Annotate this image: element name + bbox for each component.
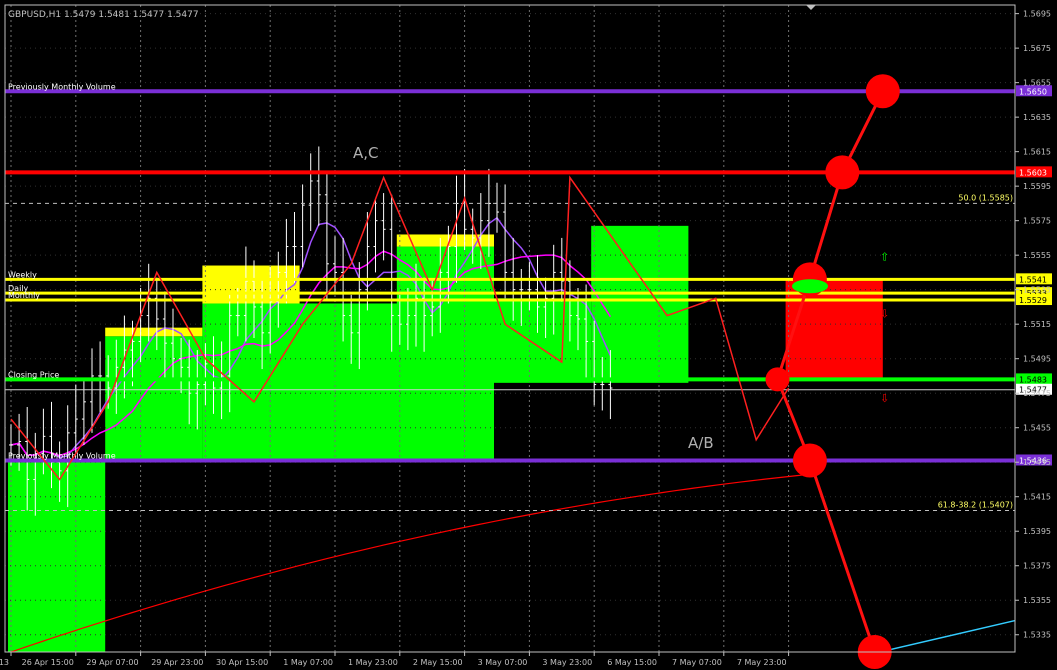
cyan-trend-line — [879, 619, 1016, 653]
x-tick-label: 26 Apr 15:00 — [22, 658, 74, 667]
projection-circle — [765, 367, 790, 392]
x-tick-label: 7 May 07:00 — [672, 658, 722, 667]
zone-green — [105, 336, 203, 461]
x-tick-label: 30 Apr 15:00 — [216, 658, 268, 667]
y-tick-label: 1.5415 — [1023, 493, 1051, 502]
chart-canvas[interactable]: Previously Monthly Volume 1.5650 1.5603 Wee… — [0, 0, 1057, 670]
price-tag-text: 1.5483 — [1019, 375, 1047, 384]
y-tick-label: 1.5635 — [1023, 113, 1051, 122]
zone-green — [8, 460, 106, 652]
projection-circle — [825, 155, 860, 190]
y-tick-label: 1.5435 — [1023, 458, 1051, 467]
y-tick-label: 1.5495 — [1023, 355, 1051, 364]
y-tick-label: 1.5535 — [1023, 286, 1051, 295]
y-tick-label: 1.5355 — [1023, 596, 1051, 605]
y-tick-label: 1.5335 — [1023, 631, 1051, 640]
price-tag-text: 1.5529 — [1019, 296, 1047, 305]
fib-label: 61.8-38.2 (1.5407) — [938, 501, 1013, 510]
y-tick-label: 1.5455 — [1023, 424, 1051, 433]
y-tick-label: 1.5675 — [1023, 44, 1051, 53]
x-tick-label: 25 Apr 2013 — [0, 658, 9, 667]
fib-label: 50.0 (1.5585) — [958, 193, 1013, 202]
projection-circle — [865, 74, 900, 109]
y-tick-label: 1.5555 — [1023, 251, 1051, 260]
y-tick-label: 1.5395 — [1023, 527, 1051, 536]
level-label: Previously Monthly Volume — [8, 451, 116, 460]
price-tag-text: 1.5650 — [1019, 87, 1047, 96]
arrow-down-icon: ⇩ — [880, 392, 889, 405]
x-tick-label: 1 May 23:00 — [348, 658, 398, 667]
x-tick-label: 6 May 15:00 — [607, 658, 657, 667]
zone-yellow — [202, 265, 300, 304]
projection-circle — [792, 443, 827, 478]
x-tick-label: 3 May 23:00 — [542, 658, 592, 667]
y-tick-label: 1.5375 — [1023, 562, 1051, 571]
y-tick-label: 1.5655 — [1023, 79, 1051, 88]
x-tick-label: 7 May 23:00 — [737, 658, 787, 667]
zone-green — [494, 298, 592, 383]
x-tick-label: 2 May 15:00 — [413, 658, 463, 667]
level-label: Weekly — [8, 270, 37, 279]
chart-title: GBPUSD,H1 1.5479 1.5481 1.5477 1.5477 — [8, 10, 199, 20]
green-pivot-marker — [792, 279, 828, 294]
zone-green — [591, 225, 689, 383]
level-label: Monthly — [8, 291, 40, 300]
y-tick-label: 1.5575 — [1023, 217, 1051, 226]
zone-green — [299, 303, 397, 359]
x-tick-label: 1 May 07:00 — [283, 658, 333, 667]
x-tick-label: 29 Apr 23:00 — [151, 658, 203, 667]
y-tick-label: 1.5695 — [1023, 10, 1051, 19]
y-tick-label: 1.5475 — [1023, 389, 1051, 398]
annotation-ab: A/B — [688, 434, 714, 452]
shift-marker-icon — [806, 5, 816, 10]
level-label: Previously Monthly Volume — [8, 82, 116, 91]
arrow-up-icon: ⇧ — [880, 250, 889, 263]
price-tag-text: 1.5541 — [1019, 275, 1047, 284]
price-tag-text: 1.5603 — [1019, 168, 1047, 177]
arrow-down-icon: ⇩ — [880, 307, 889, 320]
y-tick-label: 1.5615 — [1023, 148, 1051, 157]
level-label: Closing Price — [8, 370, 59, 379]
ma-slow-line — [10, 474, 805, 653]
y-tick-label: 1.5515 — [1023, 320, 1051, 329]
y-tick-label: 1.5595 — [1023, 182, 1051, 191]
x-tick-label: 29 Apr 07:00 — [86, 658, 138, 667]
annotation-ac: A,C — [353, 144, 379, 162]
x-tick-label: 3 May 07:00 — [478, 658, 528, 667]
